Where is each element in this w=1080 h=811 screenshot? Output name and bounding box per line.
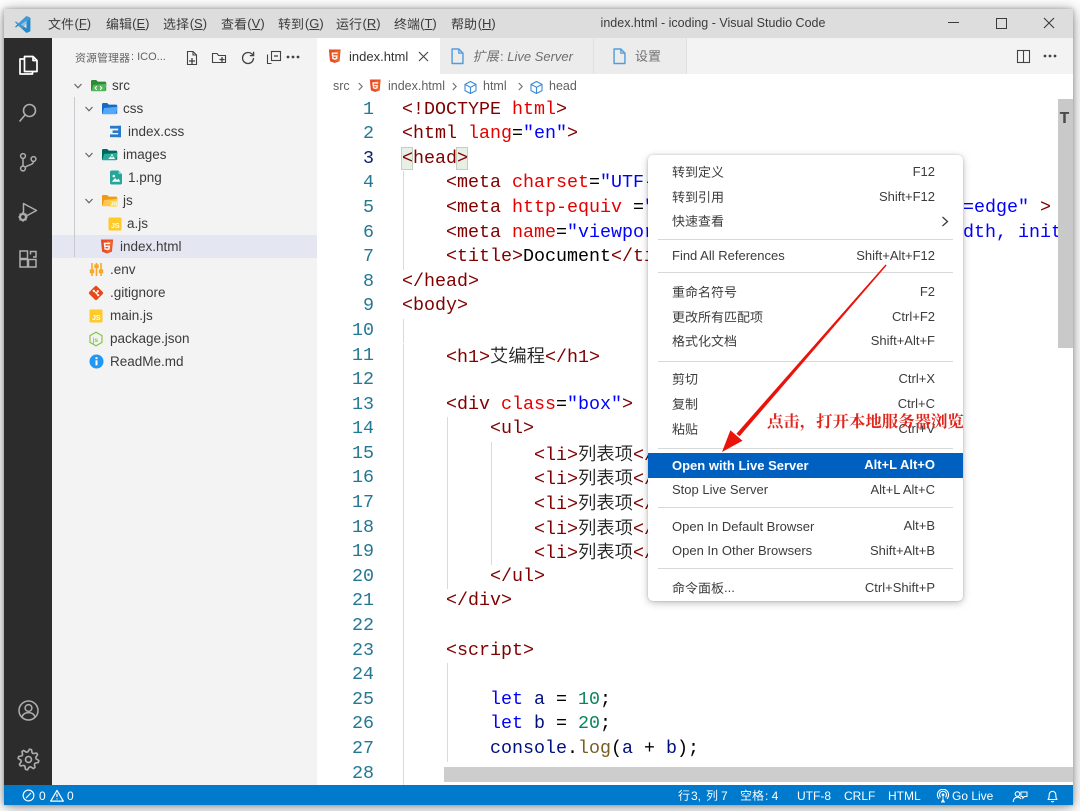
svg-text:JS: JS (92, 315, 101, 322)
svg-text:JS: JS (111, 202, 118, 208)
svg-text:JS: JS (111, 223, 120, 230)
svg-text:js: js (92, 336, 99, 343)
